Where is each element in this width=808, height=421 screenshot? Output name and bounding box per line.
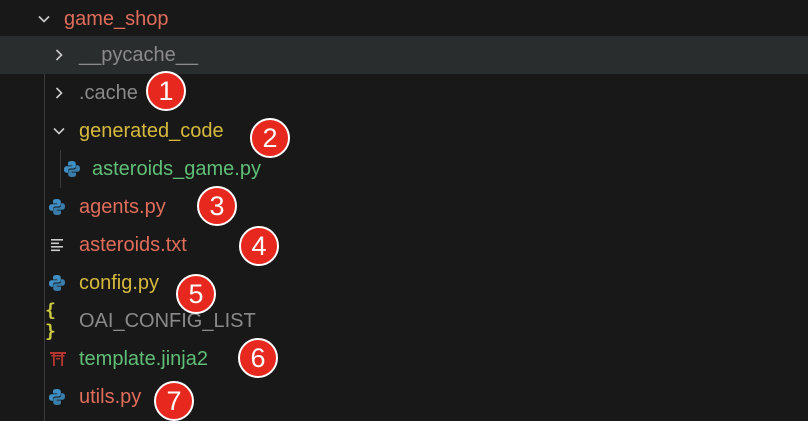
python-icon [47, 387, 67, 407]
file-label: utils.py [79, 385, 142, 408]
annotation-badge: 1 [146, 71, 186, 111]
file-label: asteroids.txt [79, 233, 187, 256]
chevron-down-icon [34, 9, 54, 29]
annotation-badge: 2 [250, 118, 290, 158]
folder-label: .cache [79, 81, 138, 104]
annotation-badge: 5 [176, 274, 216, 314]
folder-label: __pycache__ [79, 43, 198, 66]
file-label: agents.py [79, 195, 166, 218]
annotation-badge: 4 [239, 226, 279, 266]
json-braces-icon: { } [45, 300, 56, 342]
file-asteroids-game-py[interactable]: asteroids_game.py [0, 150, 808, 188]
file-label: asteroids_game.py [92, 157, 261, 180]
file-template-jinja2[interactable]: template.jinja2 [0, 340, 808, 378]
chevron-down-icon [49, 121, 69, 141]
text-file-icon [48, 235, 68, 255]
chevron-right-icon [49, 83, 69, 103]
file-label: OAI_CONFIG_LIST [79, 309, 256, 332]
folder-label: generated_code [79, 119, 224, 142]
annotation-badge: 3 [197, 186, 237, 226]
folder-generated-code[interactable]: generated_code [0, 112, 808, 150]
folder-pycache[interactable]: __pycache__ [0, 36, 808, 74]
file-label: template.jinja2 [79, 347, 208, 370]
annotation-badge: 7 [154, 381, 194, 421]
folder-cache[interactable]: .cache [0, 74, 808, 112]
folder-label: game_shop [64, 7, 169, 30]
file-label: config.py [79, 271, 160, 294]
python-icon [62, 159, 82, 179]
file-utils-py[interactable]: utils.py [0, 378, 808, 416]
file-oai-config-list[interactable]: { } OAI_CONFIG_LIST [0, 300, 808, 342]
jinja-icon [48, 349, 68, 369]
python-icon [47, 197, 67, 217]
annotation-badge: 6 [238, 338, 278, 378]
python-icon [47, 273, 67, 293]
chevron-right-icon [49, 45, 69, 65]
folder-game-shop[interactable]: game_shop [0, 0, 808, 38]
file-agents-py[interactable]: agents.py [0, 188, 808, 226]
file-explorer-tree: game_shop __pycache__ .cache generated_c… [0, 0, 808, 421]
file-config-py[interactable]: config.py [0, 264, 808, 302]
file-asteroids-txt[interactable]: asteroids.txt [0, 226, 808, 264]
